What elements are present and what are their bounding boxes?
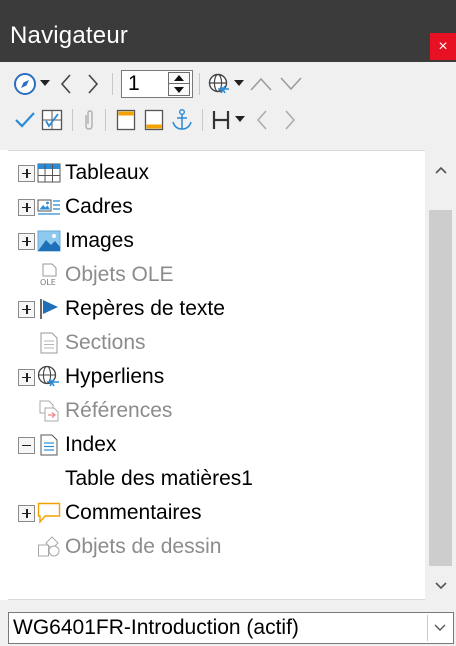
- tree-item-references: Références: [18, 394, 172, 428]
- toolbar-separator: [72, 109, 73, 131]
- scroll-down-icon[interactable]: [425, 574, 456, 598]
- tree-item-label: Objets OLE: [65, 263, 174, 286]
- tree-item-label: Images: [65, 229, 134, 252]
- navigator-toolbar: 1: [0, 62, 456, 150]
- chevron-down-icon[interactable]: [427, 615, 451, 641]
- paperclip-icon[interactable]: [79, 105, 99, 135]
- tree-item-label: Sections: [65, 331, 146, 354]
- expand-icon[interactable]: [18, 368, 35, 386]
- tree-item-label: Repères de texte: [65, 297, 225, 320]
- document-select[interactable]: WG6401FR-Introduction (actif): [8, 612, 454, 644]
- tree-item-bookmarks[interactable]: Repères de texte: [18, 292, 225, 326]
- tree-item-drawing-objects: Objets de dessin: [18, 530, 221, 564]
- anchor-icon[interactable]: [168, 105, 196, 135]
- heading-levels-icon[interactable]: [209, 105, 233, 135]
- drawing-object-icon: [37, 535, 61, 559]
- expand-icon[interactable]: [18, 232, 35, 250]
- previous-icon[interactable]: [52, 69, 80, 99]
- ole-object-icon: OLE: [37, 263, 61, 287]
- chevron-down-icon[interactable]: [233, 105, 247, 135]
- expand-icon[interactable]: [18, 164, 35, 182]
- page-number-spin[interactable]: 1: [121, 70, 193, 98]
- footer-icon[interactable]: [140, 105, 168, 135]
- header-icon[interactable]: [112, 105, 140, 135]
- tree-item-frames[interactable]: Cadres: [18, 190, 133, 224]
- table-icon: [37, 161, 61, 185]
- expand-icon[interactable]: [18, 300, 35, 318]
- reference-icon: [37, 399, 61, 423]
- next-icon[interactable]: [277, 105, 303, 135]
- scroll-thumb[interactable]: [429, 210, 452, 566]
- next-icon[interactable]: [80, 69, 106, 99]
- previous-icon[interactable]: [247, 105, 277, 135]
- scroll-up-icon[interactable]: [425, 158, 456, 182]
- section-icon: [37, 331, 61, 355]
- spin-up-icon[interactable]: [169, 73, 189, 84]
- toolbar-separator: [112, 73, 113, 95]
- tree-item-table-of-contents[interactable]: Table des matières1: [65, 462, 253, 496]
- toolbar-separator: [202, 109, 203, 131]
- toolbar-separator: [105, 109, 106, 131]
- promote-icon[interactable]: [246, 69, 276, 99]
- tree-item-index[interactable]: Index: [18, 428, 116, 462]
- tree-item-label: Hyperliens: [65, 365, 165, 388]
- expand-icon[interactable]: [18, 504, 35, 522]
- tree-item-label: Index: [65, 433, 117, 456]
- spin-down-icon[interactable]: [169, 84, 189, 95]
- tree-item-sections: Sections: [18, 326, 146, 360]
- tree-item-ole-objects: OLE Objets OLE: [18, 258, 174, 292]
- tree-item-label: Objets de dessin: [65, 535, 222, 558]
- set-reminder-icon[interactable]: [38, 105, 66, 135]
- tree-item-label: Tableaux: [65, 161, 150, 184]
- image-icon: [37, 229, 61, 253]
- index-icon: [37, 433, 61, 457]
- tree-item-label: Références: [65, 399, 173, 422]
- frame-icon: [37, 195, 61, 219]
- toolbar-separator: [199, 73, 200, 95]
- tree-scrollbar[interactable]: [425, 150, 456, 600]
- tree-item-tables[interactable]: Tableaux: [18, 156, 149, 190]
- document-select-value: WG6401FR-Introduction (actif): [13, 616, 299, 639]
- close-button[interactable]: ×: [430, 33, 456, 60]
- tree-item-label: Commentaires: [65, 501, 202, 524]
- tree-item-images[interactable]: Images: [18, 224, 134, 258]
- page-number-value: 1: [128, 72, 140, 95]
- drag-mode-icon[interactable]: [206, 69, 232, 99]
- comment-icon: [37, 501, 61, 525]
- collapse-icon[interactable]: [18, 436, 35, 454]
- svg-text:OLE: OLE: [40, 278, 56, 287]
- chevron-down-icon[interactable]: [38, 69, 52, 99]
- chevron-down-icon[interactable]: [232, 69, 246, 99]
- tree-item-hyperlinks[interactable]: Hyperliens: [18, 360, 164, 394]
- spin-buttons[interactable]: [168, 72, 190, 96]
- bookmark-flag-icon: [37, 297, 61, 321]
- content-tree[interactable]: Tableaux Cadres Images OLE Objets OLE Re…: [8, 150, 456, 600]
- tree-item-label: Cadres: [65, 195, 133, 218]
- demote-icon[interactable]: [276, 69, 306, 99]
- navigate-by-icon[interactable]: [12, 69, 38, 99]
- tree-item-comments[interactable]: Commentaires: [18, 496, 202, 530]
- document-selector-area: WG6401FR-Introduction (actif): [0, 600, 456, 646]
- navigator-titlebar: Navigateur ×: [0, 0, 456, 62]
- toolbar-row-1: 1: [12, 68, 306, 100]
- expand-icon[interactable]: [18, 198, 35, 216]
- hyperlink-globe-icon: [37, 365, 61, 389]
- close-icon: ×: [438, 38, 448, 55]
- tree-item-label: Table des matières1: [65, 467, 253, 490]
- toolbar-row-2: [12, 104, 303, 136]
- window-title: Navigateur: [10, 22, 129, 49]
- toggle-content-icon[interactable]: [12, 105, 38, 135]
